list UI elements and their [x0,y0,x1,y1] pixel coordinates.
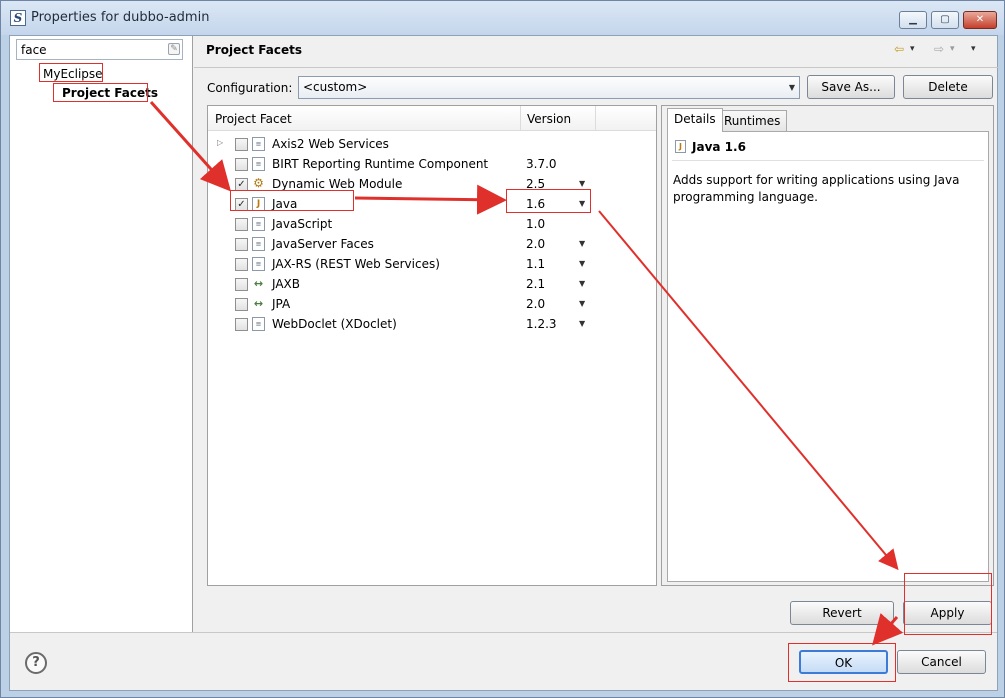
annotation-arrow-to-version [354,184,507,215]
annotation-arrow-to-apply [598,210,899,571]
tab-details[interactable]: Details [667,108,723,132]
annotation-arrows [149,101,904,646]
annotation-arrow-to-ok [872,613,904,646]
properties-dialog: S Properties for dubbo-admin ▁ ▢ ✕ ✎ MyE… [0,0,1005,698]
annotation-arrow-to-java [149,101,231,192]
